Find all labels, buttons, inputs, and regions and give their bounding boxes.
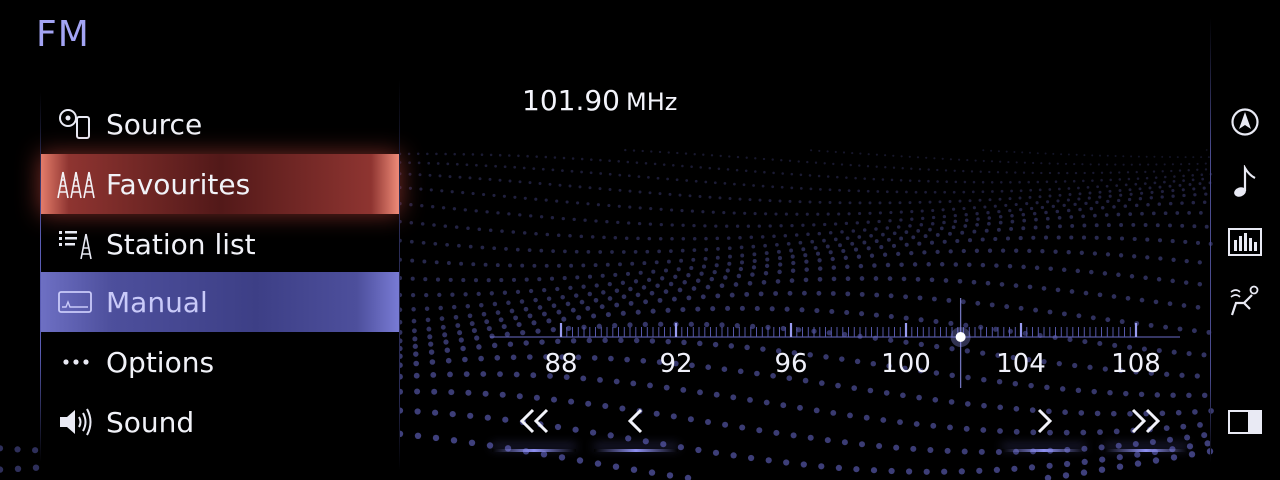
- fast-seek-forward-icon: [1131, 408, 1161, 434]
- frequency-readout: 101.90 MHz: [522, 84, 677, 117]
- menu-item-label: Options: [106, 345, 215, 379]
- fast-seek-back-button[interactable]: [492, 400, 576, 452]
- seek-forward-button[interactable]: [1002, 400, 1086, 452]
- menu-item-options[interactable]: Options: [40, 332, 400, 392]
- split-screen-icon: [1228, 410, 1262, 434]
- menu-item-favourites[interactable]: Favourites: [40, 154, 400, 214]
- source-disc-phone-icon: [56, 106, 96, 142]
- seat-climate-icon: [1230, 285, 1259, 316]
- menu-item-sound[interactable]: Sound: [40, 392, 400, 452]
- tick-label: 96: [774, 349, 808, 379]
- tick-label: 100: [881, 349, 931, 379]
- tuner-scale[interactable]: [480, 290, 1200, 390]
- tuner-ticks: [559, 323, 1138, 337]
- music-note-icon: [1234, 165, 1256, 197]
- split-screen-button[interactable]: [1222, 399, 1268, 445]
- tick-label: 104: [996, 349, 1046, 379]
- seek-back-icon: [627, 408, 643, 434]
- seat-climate-button[interactable]: [1222, 279, 1268, 325]
- list-tower-icon: [56, 226, 96, 262]
- menu-item-label: Station list: [106, 227, 256, 261]
- equalizer-icon: [1228, 228, 1262, 256]
- seek-back-button[interactable]: [594, 400, 678, 452]
- tick-label: 92: [659, 349, 693, 379]
- equalizer-button[interactable]: [1222, 219, 1268, 265]
- tick-label: 108: [1111, 349, 1161, 379]
- frequency-unit: MHz: [625, 88, 678, 116]
- navigation-icon: [1231, 108, 1259, 136]
- fast-seek-back-icon: [519, 408, 549, 434]
- menu-item-source[interactable]: Source: [40, 94, 400, 154]
- menu-item-label: Sound: [106, 405, 195, 439]
- menu-divider: [399, 80, 400, 470]
- radio-towers-icon: [56, 166, 96, 202]
- menu-item-label: Manual: [106, 285, 208, 319]
- right-rail-divider: [1210, 18, 1211, 463]
- fast-seek-forward-button[interactable]: [1104, 400, 1188, 452]
- more-dots-icon: [56, 344, 96, 380]
- menu-item-label: Source: [106, 107, 203, 141]
- menu-item-label: Favourites: [106, 167, 251, 201]
- menu-left-edge: [40, 92, 41, 462]
- side-menu: Source Favourites Station list Manual Op…: [40, 92, 400, 472]
- menu-item-station-list[interactable]: Station list: [40, 214, 400, 274]
- music-button[interactable]: [1222, 159, 1268, 205]
- page-title: FM: [36, 14, 90, 55]
- frequency-value: 101.90: [522, 84, 620, 117]
- menu-item-manual[interactable]: Manual: [40, 272, 400, 332]
- speaker-icon: [56, 404, 96, 440]
- manual-tuner-icon: [56, 284, 96, 320]
- navigation-button[interactable]: [1222, 99, 1268, 145]
- seek-forward-icon: [1037, 408, 1053, 434]
- frequency-marker-knob[interactable]: [955, 332, 966, 342]
- tick-label: 88: [544, 349, 578, 379]
